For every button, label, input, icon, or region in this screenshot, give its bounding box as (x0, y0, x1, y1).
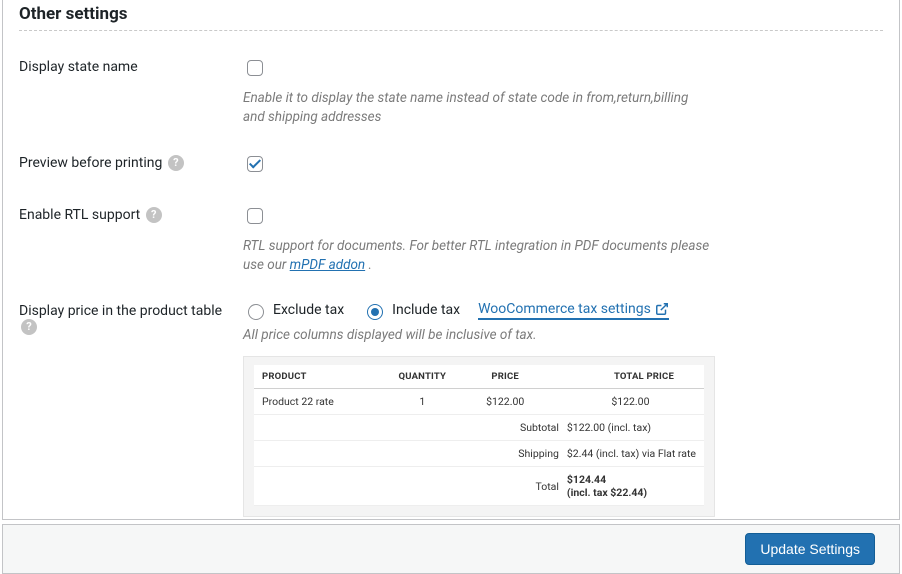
radio-option-exclude-tax[interactable]: Exclude tax (243, 301, 344, 320)
radio-exclude-tax[interactable] (248, 304, 264, 320)
desc-enable-rtl: RTL support for documents. For better RT… (243, 237, 713, 275)
th-price: PRICE (467, 365, 543, 389)
label-display-state-name: Display state name (19, 57, 243, 75)
cell-price: $122.00 (467, 389, 543, 415)
subtotal-value: $122.00 (incl. tax) (563, 415, 704, 441)
row-enable-rtl: Enable RTL support ? RTL support for doc… (19, 205, 883, 275)
totals-table: Subtotal $122.00 (incl. tax) Shipping $2… (254, 415, 704, 506)
th-total-price: TOTAL PRICE (543, 365, 704, 389)
shipping-label: Shipping (510, 441, 563, 467)
radio-include-tax[interactable] (367, 304, 383, 320)
cell-qty: 1 (378, 389, 468, 415)
price-preview-box: PRODUCT QUANTITY PRICE TOTAL PRICE Produ… (243, 356, 715, 517)
th-quantity: QUANTITY (378, 365, 468, 389)
field-enable-rtl: RTL support for documents. For better RT… (243, 205, 883, 275)
preview-table: PRODUCT QUANTITY PRICE TOTAL PRICE Produ… (254, 365, 704, 415)
row-display-price: Display price in the product table ? Exc… (19, 301, 883, 518)
row-subtotal: Subtotal $122.00 (incl. tax) (254, 415, 704, 441)
checkbox-display-state-name[interactable] (247, 60, 263, 76)
link-mpdf-addon[interactable]: mPDF addon (290, 257, 365, 273)
field-display-price: Exclude tax Include tax WooCommerce tax … (243, 301, 883, 518)
help-icon: ? (168, 155, 184, 171)
table-row: Product 22 rate 1 $122.00 $122.00 (254, 389, 704, 415)
cell-product: Product 22 rate (254, 389, 378, 415)
help-icon: ? (146, 207, 162, 223)
radio-group-tax: Exclude tax Include tax WooCommerce tax … (243, 301, 883, 320)
update-settings-button[interactable]: Update Settings (745, 533, 875, 565)
section-title: Other settings (19, 4, 883, 31)
row-preview-before-printing: Preview before printing ? (19, 153, 883, 179)
external-link-icon (655, 302, 669, 316)
label-display-price: Display price in the product table ? (19, 301, 243, 335)
settings-panel: Other settings Display state name Enable… (2, 0, 900, 520)
label-enable-rtl: Enable RTL support ? (19, 205, 243, 223)
row-shipping: Shipping $2.44 (incl. tax) via Flat rate (254, 441, 704, 467)
checkbox-preview-before-printing[interactable] (247, 156, 263, 172)
field-display-state-name: Enable it to display the state name inst… (243, 57, 883, 127)
checkbox-enable-rtl[interactable] (247, 208, 263, 224)
help-icon: ? (21, 319, 37, 335)
radio-option-include-tax[interactable]: Include tax (362, 301, 460, 320)
grand-label: Total (510, 467, 563, 506)
row-grand-total: Total $124.44 (incl. tax $22.44) (254, 467, 704, 506)
desc-display-state-name: Enable it to display the state name inst… (243, 89, 713, 127)
cell-total: $122.00 (543, 389, 704, 415)
field-preview-before-printing (243, 153, 883, 179)
shipping-value: $2.44 (incl. tax) via Flat rate (563, 441, 704, 467)
footer-bar: Update Settings (2, 524, 900, 574)
row-display-state-name: Display state name Enable it to display … (19, 57, 883, 127)
subtotal-label: Subtotal (510, 415, 563, 441)
link-woocommerce-tax-settings[interactable]: WooCommerce tax settings (478, 301, 669, 320)
label-preview-before-printing: Preview before printing ? (19, 153, 243, 171)
th-product: PRODUCT (254, 365, 378, 389)
desc-display-price: All price columns displayed will be incl… (243, 326, 713, 345)
grand-value: $124.44 (incl. tax $22.44) (563, 467, 704, 506)
